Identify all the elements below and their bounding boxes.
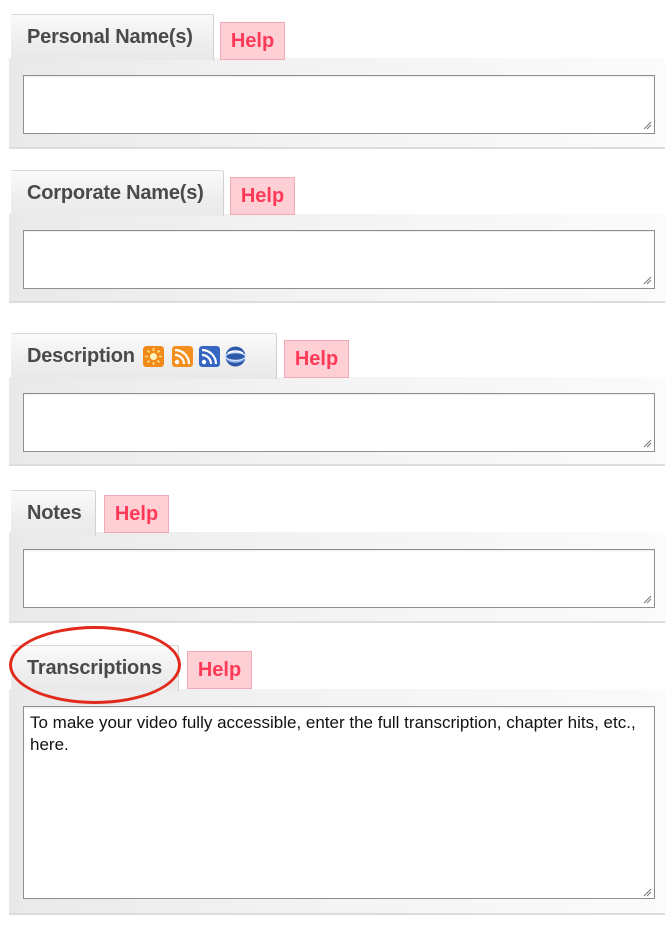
globe-icon[interactable] [225,346,246,367]
notes-help-button[interactable]: Help [104,495,169,533]
tab-notes[interactable]: Notes [11,490,96,536]
resize-grip-icon[interactable] [642,120,652,130]
resize-grip-icon[interactable] [642,887,652,897]
description-section: Description Help [9,333,665,466]
tab-personal-names-label: Personal Name(s) [27,26,193,48]
resize-grip-icon[interactable] [642,275,652,285]
tab-description-label: Description [27,345,135,367]
transcriptions-help-button[interactable]: Help [187,651,252,689]
sun-burst-icon[interactable] [143,346,164,367]
rss-feed-icon[interactable] [172,346,193,367]
corporate-names-section: Corporate Name(s) Help [9,168,665,303]
resize-grip-icon[interactable] [642,594,652,604]
personal-names-field[interactable] [23,75,655,134]
corporate-names-help-button[interactable]: Help [230,177,295,215]
tab-description[interactable]: Description [11,333,277,379]
tab-notes-label: Notes [27,502,82,524]
corporate-names-field[interactable] [23,230,655,289]
notes-field[interactable] [23,549,655,608]
highlight-circle [9,626,181,704]
notes-section: Notes Help [9,490,665,623]
transcriptions-field[interactable]: To make your video fully accessible, ent… [23,706,655,899]
tab-corporate-names-label: Corporate Name(s) [27,182,204,204]
resize-grip-icon[interactable] [642,438,652,448]
personal-names-help-button[interactable]: Help [220,22,285,60]
tab-personal-names[interactable]: Personal Name(s) [11,14,214,60]
personal-names-section: Personal Name(s) Help [9,14,665,149]
tab-corporate-names[interactable]: Corporate Name(s) [11,170,224,216]
description-field[interactable] [23,393,655,452]
description-help-button[interactable]: Help [284,340,349,378]
rss-feed-blue-icon[interactable] [199,346,220,367]
